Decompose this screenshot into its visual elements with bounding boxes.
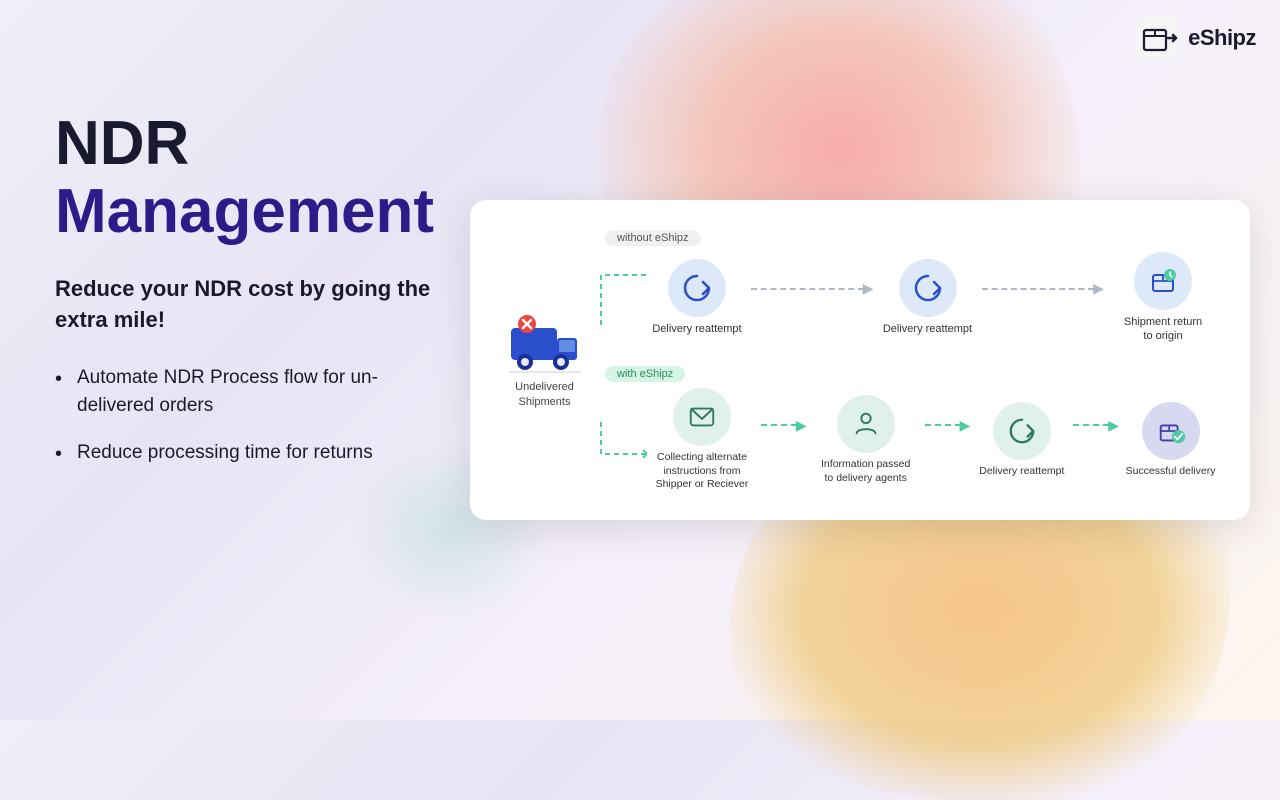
top-node-1: Delivery reattempt — [647, 259, 747, 336]
without-label-row: without eShipz — [605, 228, 1218, 246]
top-node-2-circle — [899, 259, 957, 317]
top-node-1-circle — [668, 259, 726, 317]
bottom-node-1-circle — [673, 388, 731, 446]
top-node-2: Delivery reattempt — [878, 259, 978, 336]
bottom-label-1: Collecting alternateinstructions fromShi… — [656, 451, 749, 492]
top-label-1: Delivery reattempt — [652, 322, 741, 336]
without-label: without eShipz — [605, 230, 701, 246]
top-flow-row: Delivery reattempt ▶ — [597, 252, 1218, 344]
logo-icon — [1136, 16, 1180, 60]
bottom-connector — [597, 422, 647, 458]
bullet-1: Automate NDR Process flow for un-deliver… — [55, 364, 455, 421]
top-connector — [597, 271, 647, 325]
title-line2: Management — [55, 178, 455, 246]
green-arrow-2: ▶ — [925, 417, 971, 464]
bottom-label-3: Delivery reattempt — [979, 465, 1064, 479]
bottom-node-4: Successful delivery — [1123, 402, 1218, 479]
left-content: NDR Management Reduce your NDR cost by g… — [55, 110, 455, 485]
bottom-node-2-circle — [837, 395, 895, 453]
bullet-2: Reduce processing time for returns — [55, 439, 455, 468]
bottom-label-2: Information passedto delivery agents — [821, 458, 910, 485]
brand-name: eShipz — [1188, 25, 1256, 51]
top-label-2: Delivery reattempt — [883, 322, 972, 336]
feature-list: Automate NDR Process flow for un-deliver… — [55, 364, 455, 468]
bottom-node-2: Information passedto delivery agents — [811, 395, 921, 485]
bottom-section: with eShipz — [597, 364, 1218, 492]
bottom-node-3: Delivery reattempt — [974, 402, 1069, 479]
top-node-3-circle — [1134, 252, 1192, 310]
with-label-row: with eShipz — [605, 364, 1218, 382]
start-node-label: Undelivered Shipments — [509, 380, 581, 410]
with-label: with eShipz — [605, 366, 685, 382]
top-node-3: Shipment returnto origin — [1108, 252, 1218, 344]
bottom-node-1: Collecting alternateinstructions fromShi… — [647, 388, 757, 492]
bottom-node-4-circle — [1142, 402, 1200, 460]
green-arrow-1: ▶ — [761, 417, 807, 464]
title-line1: NDR — [55, 110, 455, 178]
start-block: Undelivered Shipments — [502, 228, 587, 492]
header: eShipz — [1136, 16, 1256, 60]
bottom-label-4: Successful delivery — [1126, 465, 1216, 479]
truck-icon — [509, 310, 581, 375]
arrow-2: ▶ — [982, 280, 1105, 315]
top-section: without eShipz — [597, 228, 1218, 344]
diagram-card: Undelivered Shipments without eShipz — [470, 200, 1250, 520]
top-label-3: Shipment returnto origin — [1124, 315, 1202, 344]
bottom-node-3-circle — [993, 402, 1051, 460]
bottom-flow-row: Collecting alternateinstructions fromShi… — [597, 388, 1218, 492]
arrow-1: ▶ — [751, 280, 874, 315]
flows-container: without eShipz — [597, 228, 1218, 492]
green-arrow-3: ▶ — [1073, 417, 1119, 464]
subtitle: Reduce your NDR cost by going the extra … — [55, 274, 455, 336]
